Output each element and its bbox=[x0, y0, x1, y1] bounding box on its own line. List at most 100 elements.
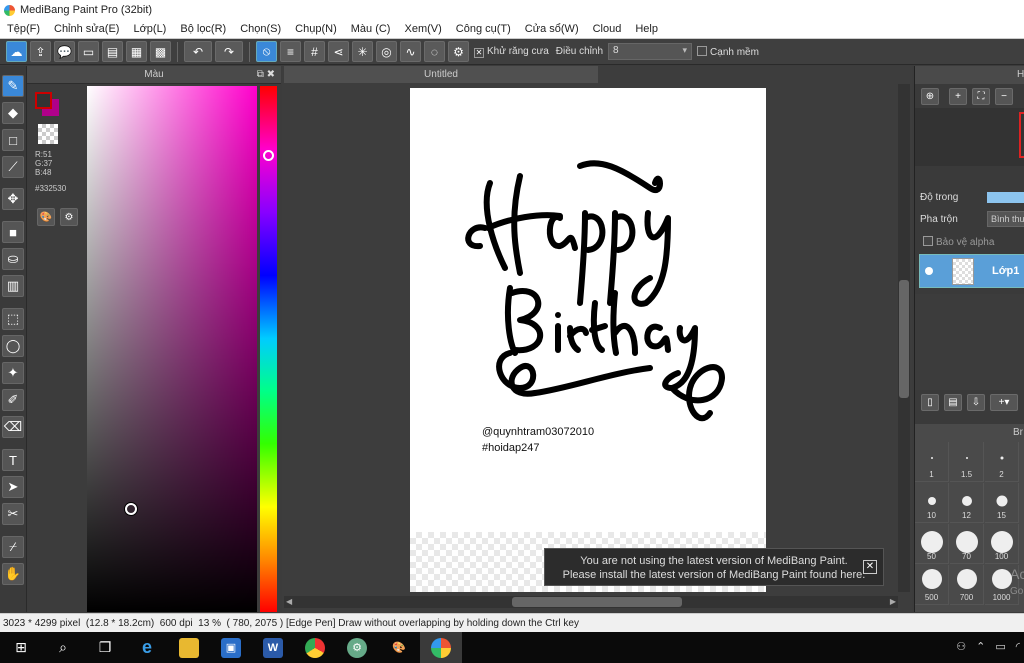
brush-size-cell[interactable]: 1.5 bbox=[950, 442, 984, 482]
hand-tool-icon[interactable]: ✋ bbox=[2, 563, 24, 585]
blend-mode-select[interactable]: Bình thư bbox=[987, 211, 1024, 227]
antialias-checkbox[interactable]: ✕ bbox=[474, 47, 484, 58]
navigator-viewport[interactable] bbox=[1019, 112, 1024, 158]
menu-layer[interactable]: Lớp(L) bbox=[126, 23, 173, 35]
panel-close-icon[interactable]: ⧉ ✖ bbox=[257, 69, 275, 80]
task-view-icon[interactable]: ❐ bbox=[84, 632, 126, 663]
rectangle-tool-icon[interactable]: □ bbox=[2, 129, 24, 151]
brush-size-cell[interactable]: 70 bbox=[950, 524, 984, 564]
bucket-tool-icon[interactable]: ⛀ bbox=[2, 248, 24, 270]
hue-slider-handle[interactable] bbox=[263, 150, 274, 161]
export-icon[interactable]: ⇪ bbox=[30, 41, 51, 62]
vertical-scrollbar[interactable] bbox=[898, 84, 910, 592]
scroll-left-arrow-icon[interactable]: ◀ bbox=[286, 597, 292, 606]
palette-settings-icon[interactable]: ⚙ bbox=[60, 208, 78, 226]
fill-rect-tool-icon[interactable]: ■ bbox=[2, 221, 24, 243]
new-layer-icon[interactable]: ▯ bbox=[921, 394, 939, 411]
word-icon[interactable]: W bbox=[252, 632, 294, 663]
radial-snap-icon[interactable]: ⋖ bbox=[328, 41, 349, 62]
layer-row[interactable]: Lớp1 bbox=[919, 254, 1024, 288]
text-tool-icon[interactable]: T bbox=[2, 449, 24, 471]
menu-filter[interactable]: Bộ lọc(R) bbox=[173, 23, 233, 35]
horizontal-scroll-thumb[interactable] bbox=[512, 597, 682, 607]
burst-snap-icon[interactable]: ✳ bbox=[352, 41, 373, 62]
grid-snap-icon[interactable]: # bbox=[304, 41, 325, 62]
select-tool-icon[interactable]: ⬚ bbox=[2, 308, 24, 330]
hue-slider[interactable] bbox=[260, 86, 277, 612]
chevron-up-icon[interactable]: ⌃ bbox=[976, 640, 985, 653]
menu-select[interactable]: Chọn(S) bbox=[233, 23, 288, 35]
saturation-value-picker[interactable] bbox=[87, 86, 257, 612]
brush-size-cell[interactable]: 12 bbox=[950, 483, 984, 523]
scroll-right-arrow-icon[interactable]: ▶ bbox=[890, 597, 896, 606]
lasso-tool-icon[interactable]: ◯ bbox=[2, 335, 24, 357]
brush-size-cell[interactable]: 2 bbox=[985, 442, 1019, 482]
correction-select[interactable]: 8 bbox=[608, 43, 693, 60]
perspective-icon[interactable]: ◌ bbox=[424, 41, 445, 62]
curve-snap-icon[interactable]: ∿ bbox=[400, 41, 421, 62]
menu-help[interactable]: Help bbox=[628, 23, 665, 35]
antialias-toggle[interactable]: ✕ Khử răng cưa bbox=[472, 46, 551, 58]
brush-size-cell[interactable]: 500 bbox=[915, 565, 949, 605]
navigator-preview[interactable] bbox=[915, 108, 1024, 166]
merge-layer-icon[interactable]: ⇩ bbox=[967, 394, 985, 411]
chrome-icon[interactable] bbox=[294, 632, 336, 663]
opacity-slider[interactable] bbox=[987, 192, 1024, 203]
vertical-scroll-thumb[interactable] bbox=[899, 280, 909, 398]
paint-app-icon[interactable]: 🎨 bbox=[378, 632, 420, 663]
gradient-tool-icon[interactable]: ▥ bbox=[2, 275, 24, 297]
brush-size-cell[interactable]: 700 bbox=[950, 565, 984, 605]
text-bubble-icon[interactable]: ▭ bbox=[78, 41, 99, 62]
store-icon[interactable]: ▣ bbox=[210, 632, 252, 663]
menu-color[interactable]: Màu (C) bbox=[344, 23, 398, 35]
edge-browser-icon[interactable]: e bbox=[126, 632, 168, 663]
color-picker-cursor[interactable] bbox=[125, 503, 137, 515]
settings-gear-icon[interactable]: ⚙ bbox=[448, 41, 469, 62]
brush-size-cell[interactable]: 15 bbox=[985, 483, 1019, 523]
soft-edge-checkbox[interactable] bbox=[697, 45, 708, 56]
page-icon[interactable]: ▤ bbox=[102, 41, 123, 62]
line-tool-icon[interactable]: ⟋ bbox=[2, 156, 24, 178]
zoom-out-icon[interactable]: − bbox=[995, 88, 1013, 105]
protect-alpha-toggle[interactable]: Bảo vệ alpha bbox=[923, 236, 994, 248]
menu-window[interactable]: Cửa sổ(W) bbox=[518, 23, 586, 35]
panel-layout-icon[interactable]: ▦ bbox=[126, 41, 147, 62]
divide-tool-icon[interactable]: ✂ bbox=[2, 503, 24, 525]
undo-icon[interactable]: ↶ bbox=[184, 41, 212, 62]
zoom-fit-icon[interactable]: ⊕ bbox=[921, 88, 939, 105]
menu-file[interactable]: Tệp(F) bbox=[0, 23, 47, 35]
search-icon[interactable]: ⌕ bbox=[42, 632, 84, 663]
menu-edit[interactable]: Chỉnh sửa(E) bbox=[47, 23, 126, 35]
fit-window-icon[interactable]: ⛶ bbox=[972, 88, 990, 105]
brush-size-cell[interactable]: 100 bbox=[985, 524, 1019, 564]
file-explorer-icon[interactable] bbox=[168, 632, 210, 663]
protect-alpha-checkbox[interactable] bbox=[923, 236, 933, 246]
speech-bubble-icon[interactable]: 💬 bbox=[54, 41, 75, 62]
menu-view[interactable]: Xem(V) bbox=[397, 23, 448, 35]
eyedropper-tool-icon[interactable]: ⌿ bbox=[2, 536, 24, 558]
brush-size-cell[interactable]: 50 bbox=[915, 524, 949, 564]
eraser-tool-icon[interactable]: ◆ bbox=[2, 102, 24, 124]
notice-close-icon[interactable]: ✕ bbox=[863, 560, 877, 574]
transparent-color-swatch[interactable] bbox=[38, 124, 58, 144]
zoom-in-icon[interactable]: + bbox=[949, 88, 967, 105]
brush-size-cell[interactable]: 10 bbox=[915, 483, 949, 523]
brush-size-cell[interactable]: 1 bbox=[915, 442, 949, 482]
parallel-snap-icon[interactable]: ≡ bbox=[280, 41, 301, 62]
snap-off-icon[interactable]: ⦸ bbox=[256, 41, 277, 62]
menu-snap[interactable]: Chụp(N) bbox=[288, 23, 344, 35]
material-icon[interactable]: ▩ bbox=[150, 41, 171, 62]
select-pen-tool-icon[interactable]: ✐ bbox=[2, 389, 24, 411]
notice-line-2[interactable]: Please install the latest version of Med… bbox=[545, 568, 883, 582]
redo-icon[interactable]: ↷ bbox=[215, 41, 243, 62]
canvas-paper[interactable]: @quynhtram03072010 #hoidap247 bbox=[410, 88, 766, 532]
select-eraser-tool-icon[interactable]: ⌫ bbox=[2, 416, 24, 438]
palette-icon[interactable]: 🎨 bbox=[37, 208, 55, 226]
app-icon-green[interactable]: ⚙ bbox=[336, 632, 378, 663]
battery-icon[interactable]: ▭ bbox=[995, 640, 1005, 653]
menu-tools[interactable]: Công cụ(T) bbox=[449, 23, 518, 35]
update-notice[interactable]: You are not using the latest version of … bbox=[544, 548, 884, 586]
concentric-snap-icon[interactable]: ◎ bbox=[376, 41, 397, 62]
move-tool-icon[interactable]: ✥ bbox=[2, 188, 24, 210]
people-icon[interactable]: ⚇ bbox=[956, 640, 966, 653]
